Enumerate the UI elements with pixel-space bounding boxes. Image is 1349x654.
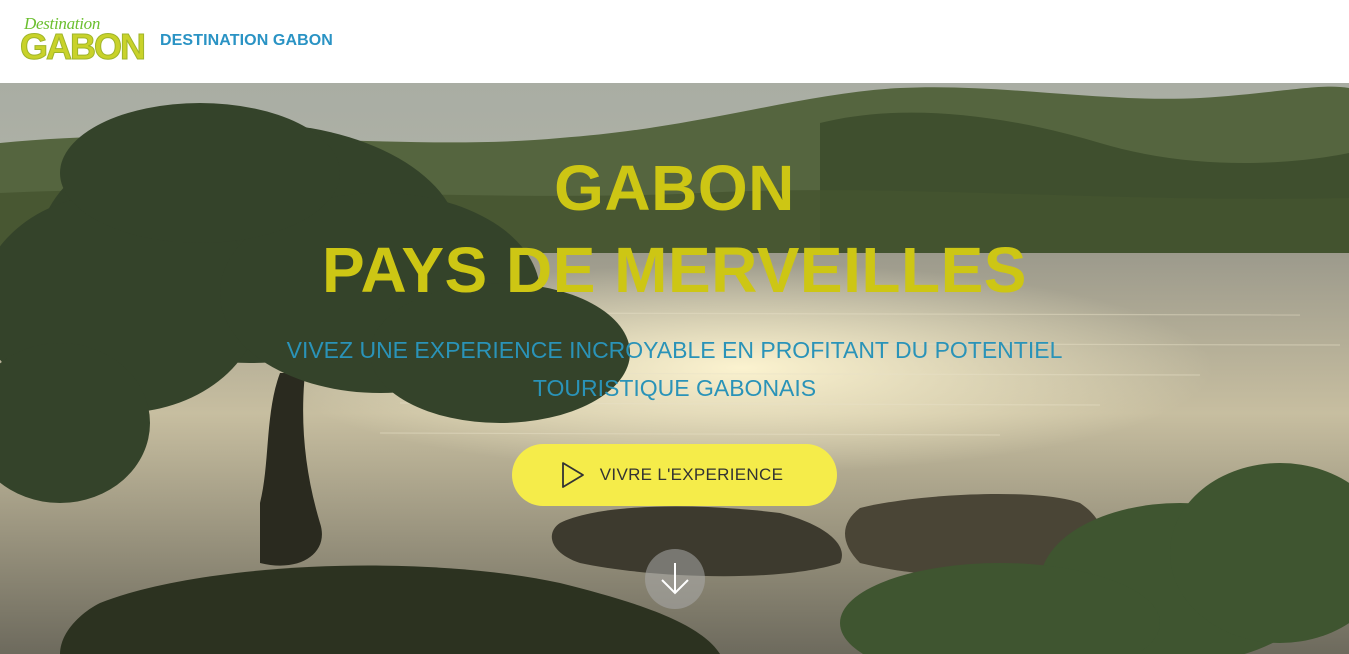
scroll-down-button[interactable]: [645, 549, 705, 609]
hero-title: GABON PAYS DE MERVEILLES: [0, 147, 1349, 311]
play-icon: [561, 462, 584, 488]
logo-big-text: GABON: [20, 26, 147, 67]
hero-subtitle-line2: TOURISTIQUE GABONAIS: [532, 375, 817, 401]
destination-gabon-logo[interactable]: Destination GABON: [20, 14, 147, 66]
brand-link[interactable]: DESTINATION GABON: [160, 32, 333, 50]
cta-label: VIVRE L'EXPERIENCE: [599, 465, 784, 484]
vivre-experience-button[interactable]: VIVRE L'EXPERIENCE: [512, 444, 837, 506]
hero-section: GABON PAYS DE MERVEILLES VIVEZ UNE EXPER…: [0, 83, 1349, 654]
hero-title-line2: PAYS DE MERVEILLES: [322, 234, 1027, 306]
hero-title-line1: GABON: [554, 152, 795, 224]
arrow-down-icon: [661, 563, 689, 595]
hero-subtitle: VIVEZ UNE EXPERIENCE INCROYABLE EN PROFI…: [0, 331, 1349, 407]
hero-subtitle-line1: VIVEZ UNE EXPERIENCE INCROYABLE EN PROFI…: [286, 337, 1063, 363]
site-header: Destination GABON DESTINATION GABON: [0, 0, 1349, 83]
